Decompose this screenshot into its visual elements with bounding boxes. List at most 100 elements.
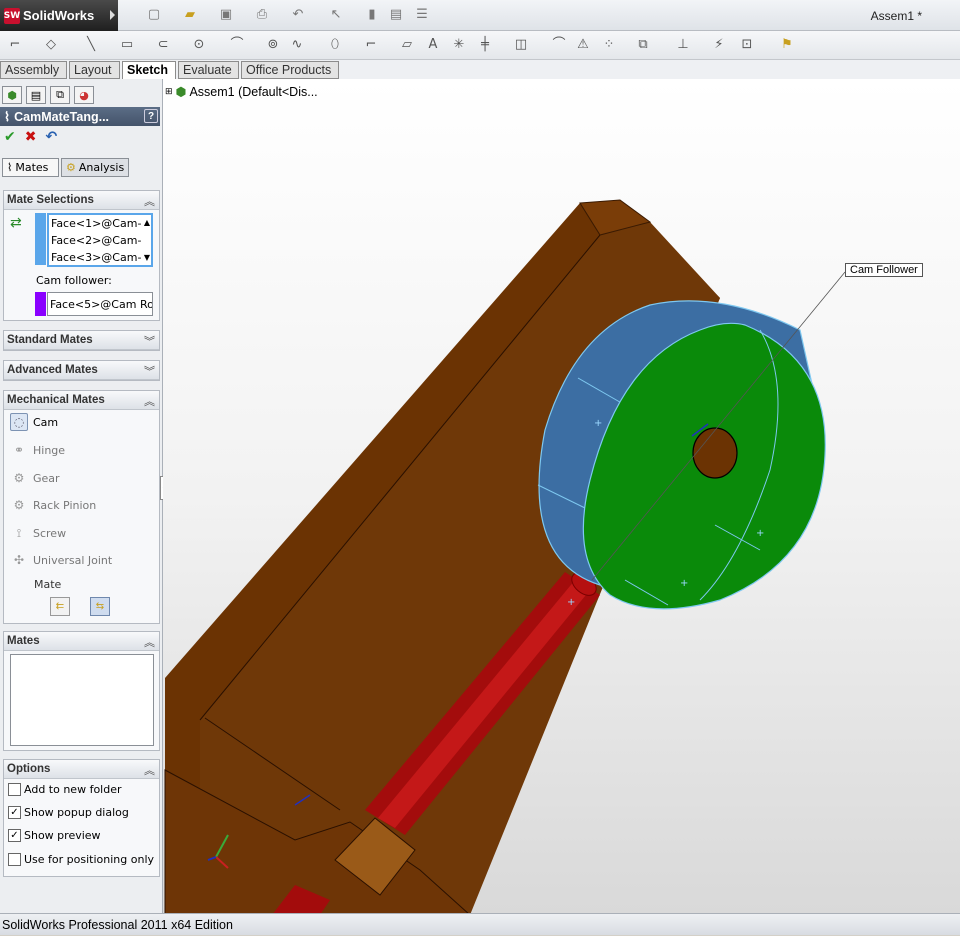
select-arrow-icon[interactable]: ↖ <box>328 7 344 23</box>
add-to-new-folder-option[interactable]: Add to new folder <box>8 783 122 796</box>
rectangle-icon[interactable]: ▭ <box>118 37 136 53</box>
trim-icon[interactable]: ╪ <box>476 37 494 53</box>
entities-to-mate-icon: ⇄ <box>10 215 22 231</box>
mates-list[interactable] <box>10 654 154 746</box>
show-popup-dialog-option[interactable]: ✓ Show popup dialog <box>8 806 129 819</box>
tab-evaluate[interactable]: Evaluate <box>178 61 239 79</box>
ok-checkmark-icon[interactable]: ✔ <box>4 129 16 145</box>
fillet-icon[interactable]: ⌐ <box>362 37 380 53</box>
tab-mates[interactable]: ⌇ Mates <box>2 158 59 177</box>
text-icon[interactable]: A <box>424 37 442 53</box>
mate-subtabs: ⌇ Mates ⚙ Analysis <box>0 158 163 178</box>
cancel-x-icon[interactable]: ✖ <box>25 129 37 145</box>
point-icon[interactable]: ✳ <box>450 37 468 53</box>
options-icon[interactable]: ☰ <box>414 7 430 23</box>
universal-joint-mate-option[interactable]: ✣ Universal Joint <box>10 551 112 569</box>
property-manager-tab-icon[interactable]: ▤ <box>26 86 46 104</box>
quick-snaps-icon[interactable]: ⊡ <box>738 37 756 53</box>
rapid-sketch-icon[interactable]: ⚑ <box>778 37 796 53</box>
convert-entities-icon[interactable]: ◫ <box>512 37 530 53</box>
standard-mates-header[interactable]: Standard Mates ︾ <box>4 331 159 350</box>
cam-mate-option[interactable]: ◌ Cam <box>10 413 58 431</box>
tab-office-products[interactable]: Office Products <box>241 61 339 79</box>
expand-plus-icon[interactable]: ⊞ <box>165 86 173 97</box>
rebuild-icon[interactable]: ▮ <box>364 7 380 23</box>
smart-dimension-icon[interactable]: ◇ <box>42 37 60 53</box>
use-for-positioning-only-checkbox[interactable] <box>8 853 21 866</box>
use-for-positioning-only-label: Use for positioning only <box>24 853 155 866</box>
mechanical-mates-header[interactable]: Mechanical Mates ︽ <box>4 391 159 410</box>
rack-pinion-mate-option[interactable]: ⚙ Rack Pinion <box>10 496 97 514</box>
solidworks-menu-button[interactable]: SW SolidWorks <box>0 0 118 31</box>
graphics-viewport[interactable]: + + + + ⊞ ⬢ Assem1 (Default<Dis... ⊕ ⊙ ↯… <box>163 79 960 913</box>
expand-chevron-icon[interactable]: ︾ <box>144 363 155 379</box>
file-properties-icon[interactable]: ▤ <box>388 7 404 23</box>
new-document-icon[interactable]: ▢ <box>146 7 162 23</box>
collapse-chevron-icon[interactable]: ︽ <box>144 193 155 209</box>
advanced-mates-header[interactable]: Advanced Mates ︾ <box>4 361 159 380</box>
gear-mate-option[interactable]: ⚙ Gear <box>10 469 60 487</box>
add-to-new-folder-checkbox[interactable] <box>8 783 21 796</box>
polygon-icon[interactable]: ⊚ <box>264 37 282 53</box>
selection-item[interactable]: Face<2>@Cam- <box>49 232 151 249</box>
scroll-up-icon[interactable]: ▲ <box>144 218 150 227</box>
panel-tabs: ⬢ ▤ ⧉ ◕ <box>0 83 163 105</box>
sketch-icon[interactable]: ⌐ <box>6 37 24 53</box>
collapse-chevron-icon[interactable]: ︽ <box>144 762 155 778</box>
mirror-icon[interactable]: ⚠ <box>574 37 592 53</box>
arc-icon[interactable]: ⌒ <box>228 37 246 53</box>
screw-mate-option[interactable]: ⟟ Screw <box>10 524 66 542</box>
mate-selections-header[interactable]: Mate Selections ︽ <box>4 191 159 210</box>
show-popup-dialog-checkbox[interactable]: ✓ <box>8 806 21 819</box>
spline-icon[interactable]: ∿ <box>288 37 306 53</box>
undo-icon[interactable]: ↶ <box>290 7 306 23</box>
selection-item[interactable]: Face<3>@Cam- <box>49 249 151 266</box>
aligned-button[interactable]: ⇇ <box>50 597 70 616</box>
expand-chevron-icon[interactable]: ︾ <box>144 333 155 349</box>
display-manager-tab-icon[interactable]: ◕ <box>74 86 94 104</box>
tab-analysis[interactable]: ⚙ Analysis <box>61 158 129 177</box>
relations-icon[interactable]: ⊥ <box>674 37 692 53</box>
tab-assembly[interactable]: Assembly <box>0 61 67 79</box>
entities-to-mate-list[interactable]: Face<1>@Cam- Face<2>@Cam- Face<3>@Cam- ▲… <box>47 213 153 267</box>
plane-icon[interactable]: ▱ <box>398 37 416 53</box>
hinge-icon: ⚭ <box>13 443 25 457</box>
configuration-manager-tab-icon[interactable]: ⧉ <box>50 86 70 104</box>
slot-icon[interactable]: ⊂ <box>154 37 172 53</box>
move-entities-icon[interactable]: ⧉ <box>634 37 652 53</box>
print-icon[interactable]: ⎙ <box>254 7 270 23</box>
hinge-label: Hinge <box>33 443 66 457</box>
tab-layout[interactable]: Layout <box>69 61 120 79</box>
collapse-chevron-icon[interactable]: ︽ <box>144 393 155 409</box>
mates-header[interactable]: Mates ︽ <box>4 632 159 651</box>
ellipse-icon[interactable]: ⬯ <box>326 37 344 53</box>
cam-shaft-hole[interactable] <box>692 427 738 479</box>
property-manager-panel: ⬢ ▤ ⧉ ◕ ⌇ CamMateTang... ? ✔ ✖ ↶ ⌇ Mates… <box>0 79 163 913</box>
options-header[interactable]: Options ︽ <box>4 760 159 779</box>
hinge-mate-option[interactable]: ⚭ Hinge <box>10 441 65 459</box>
selection-item[interactable]: Face<1>@Cam- <box>49 215 151 232</box>
screw-icon: ⟟ <box>16 525 22 540</box>
feature-manager-tab-icon[interactable]: ⬢ <box>2 86 22 104</box>
assembly-model[interactable]: + + + + <box>163 79 960 913</box>
save-icon[interactable]: ▣ <box>218 7 234 23</box>
collapse-chevron-icon[interactable]: ︽ <box>144 634 155 650</box>
repair-sketch-icon[interactable]: ⚡ <box>710 37 728 53</box>
open-folder-icon[interactable]: ▰ <box>182 7 198 23</box>
scroll-down-icon[interactable]: ▼ <box>144 253 150 262</box>
cam-follower-field[interactable]: Face<5>@Cam Rod <box>47 292 153 316</box>
use-for-positioning-only-option[interactable]: Use for positioning only <box>8 853 154 866</box>
cam-follower-callout[interactable]: Cam Follower <box>845 263 923 277</box>
show-preview-checkbox[interactable]: ✓ <box>8 829 21 842</box>
undo-icon[interactable]: ↶ <box>45 129 57 145</box>
line-icon[interactable]: ╲ <box>82 37 100 53</box>
analysis-icon: ⚙ <box>66 161 76 174</box>
linear-pattern-icon[interactable]: ⁘ <box>600 37 618 53</box>
anti-aligned-button[interactable]: ⇆ <box>90 597 110 616</box>
help-button[interactable]: ? <box>144 109 158 123</box>
tab-sketch[interactable]: Sketch <box>122 61 176 79</box>
show-preview-option[interactable]: ✓ Show preview <box>8 829 101 842</box>
circle-icon[interactable]: ⊙ <box>190 37 208 53</box>
feature-tree-root[interactable]: ⊞ ⬢ Assem1 (Default<Dis... <box>165 84 318 100</box>
offset-icon[interactable]: ⌒ <box>550 37 568 53</box>
